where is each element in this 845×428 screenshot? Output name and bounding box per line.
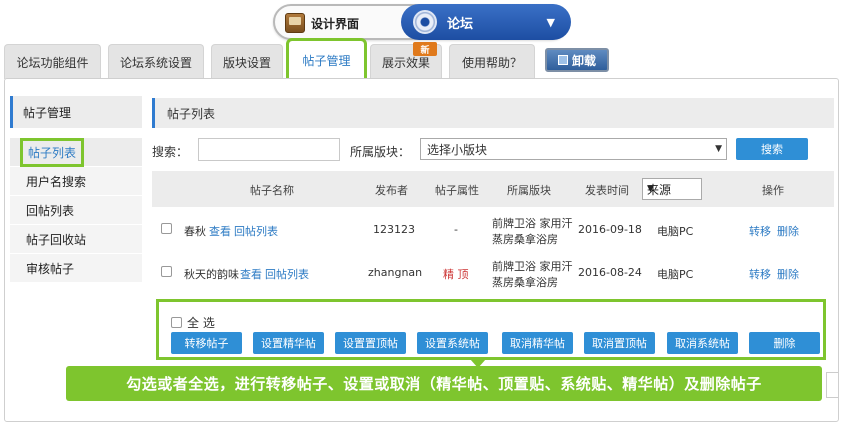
post-time: 2016-09-18: [578, 223, 642, 236]
tab-help[interactable]: 使用帮助？: [449, 44, 535, 79]
move-link[interactable]: 转移: [749, 266, 771, 282]
tutorial-caption: 勾选或者全选，进行转移帖子、设置或取消（精华帖、顶置贴、系统贴、精华帖）及删除帖…: [66, 366, 822, 401]
post-time: 2016-08-24: [578, 266, 642, 279]
page-title: 帖子列表: [152, 98, 834, 128]
source-filter-select[interactable]: 来源 ▼: [642, 178, 702, 200]
sidebar-item-label: 审核帖子: [26, 261, 75, 276]
view-link[interactable]: 查看: [240, 266, 262, 282]
forum-app-label: 论坛: [447, 16, 474, 32]
col-attr: 帖子属性: [435, 184, 479, 197]
search-label: 搜索：: [152, 145, 189, 159]
delete-link[interactable]: 删除: [777, 223, 799, 239]
tab-forum-components[interactable]: 论坛功能组件: [4, 44, 101, 79]
design-icon: [285, 13, 305, 33]
sidebar-item-username-search[interactable]: 用户名搜索: [10, 167, 142, 196]
table-header: 帖子名称 发布者 帖子属性 所属版块 发表时间 来源 ▼ 操作: [152, 171, 834, 207]
delete-button[interactable]: 删除: [749, 332, 820, 354]
set-system-button[interactable]: 设置系统帖: [417, 332, 488, 354]
sidebar-item-reply-list[interactable]: 回帖列表: [10, 196, 142, 225]
post-source: 电脑PC: [657, 225, 694, 238]
design-mode-button[interactable]: 设计界面: [285, 10, 400, 36]
forum-app-dropdown[interactable]: 论坛 ▼: [401, 4, 571, 40]
design-mode-label: 设计界面: [311, 16, 360, 31]
board-line2: 蒸房桑拿浴房: [492, 233, 558, 246]
col-ops: 操作: [762, 184, 784, 197]
tab-board-settings[interactable]: 版块设置: [211, 44, 283, 79]
tab-forum-system-settings[interactable]: 论坛系统设置: [108, 44, 204, 79]
cancel-featured-button[interactable]: 取消精华帖: [502, 332, 573, 354]
uninstall-button[interactable]: 卸载: [545, 48, 609, 72]
view-link[interactable]: 查看: [209, 223, 231, 239]
col-time: 发表时间: [585, 184, 629, 197]
sidebar-item-label: 帖子回收站: [26, 232, 87, 247]
search-row: 搜索： 所属版块： 选择小版块 ▼ 搜索: [152, 138, 834, 162]
col-author: 发布者: [375, 184, 408, 197]
board-line2: 蒸房桑拿浴房: [492, 276, 558, 289]
table-row: 秋天的韵味 查看 回帖列表 zhangnan 精 顶 前牌卫浴 家用汗 蒸房桑拿…: [152, 253, 834, 293]
box-icon: [557, 55, 568, 65]
select-all-checkbox[interactable]: [171, 317, 182, 328]
post-title: 春秋: [184, 225, 206, 238]
row-checkbox[interactable]: [161, 223, 172, 234]
set-pinned-button[interactable]: 设置置顶帖: [335, 332, 406, 354]
col-board: 所属版块: [507, 184, 551, 197]
search-input[interactable]: [198, 138, 340, 161]
post-attr: -: [454, 223, 458, 236]
cancel-system-button[interactable]: 取消系统帖: [667, 332, 738, 354]
sidebar-item-label: 回帖列表: [26, 203, 75, 218]
chevron-down-icon: ▼: [715, 144, 722, 154]
board-select-value: 选择小版块: [427, 142, 488, 157]
row-checkbox[interactable]: [161, 266, 172, 277]
mode-switcher[interactable]: 设计界面 论坛 ▼: [273, 4, 571, 40]
post-attr: 精 顶: [443, 268, 469, 281]
author: zhangnan: [368, 266, 423, 279]
sidebar: 帖子管理 帖子列表 用户名搜索 回帖列表 帖子回收站 审核帖子: [10, 96, 142, 283]
tab-post-management[interactable]: 帖子管理: [286, 38, 367, 82]
cancel-pinned-button[interactable]: 取消置顶帖: [584, 332, 655, 354]
new-badge: 新: [413, 42, 437, 56]
col-post-name: 帖子名称: [250, 184, 294, 197]
board-line1: 前牌卫浴 家用汗: [492, 217, 573, 230]
sidebar-title: 帖子管理: [10, 96, 142, 128]
sidebar-item-label: 帖子列表: [19, 137, 85, 167]
bulk-action-bar: 全 选 转移帖子 设置精华帖 设置置顶帖 设置系统帖 取消精华帖 取消置顶帖 取…: [156, 299, 826, 360]
reply-list-link[interactable]: 回帖列表: [234, 223, 278, 239]
board-select[interactable]: 选择小版块 ▼: [420, 138, 727, 160]
select-all-label: 全 选: [187, 316, 215, 330]
post-title: 秋天的韵味: [184, 268, 239, 281]
post-source: 电脑PC: [657, 268, 694, 281]
chevron-down-icon: ▼: [546, 15, 555, 29]
board-line1: 前牌卫浴 家用汗: [492, 260, 573, 273]
pagination-fragment: [826, 372, 838, 398]
move-link[interactable]: 转移: [749, 223, 771, 239]
uninstall-label: 卸载: [571, 53, 596, 68]
reply-list-link[interactable]: 回帖列表: [265, 266, 309, 282]
sidebar-item-label: 用户名搜索: [26, 174, 87, 189]
board-label: 所属版块：: [350, 145, 411, 159]
delete-link[interactable]: 删除: [777, 266, 799, 282]
move-posts-button[interactable]: 转移帖子: [171, 332, 242, 354]
sidebar-item-post-list[interactable]: 帖子列表: [10, 137, 142, 167]
table-row: 春秋 查看 回帖列表 123123 - 前牌卫浴 家用汗 蒸房桑拿浴房 2016…: [152, 210, 834, 250]
sidebar-item-recycle-bin[interactable]: 帖子回收站: [10, 225, 142, 254]
main-tabs: 论坛功能组件 论坛系统设置 版块设置 帖子管理 展示效果 新 使用帮助？ 卸载: [4, 38, 839, 82]
select-all[interactable]: 全 选: [171, 314, 215, 331]
gear-icon: [413, 10, 437, 34]
author: 123123: [373, 223, 415, 236]
search-button[interactable]: 搜索: [736, 138, 808, 160]
set-featured-button[interactable]: 设置精华帖: [253, 332, 324, 354]
sidebar-item-review-posts[interactable]: 审核帖子: [10, 254, 142, 283]
chevron-down-icon: ▼: [647, 184, 654, 194]
